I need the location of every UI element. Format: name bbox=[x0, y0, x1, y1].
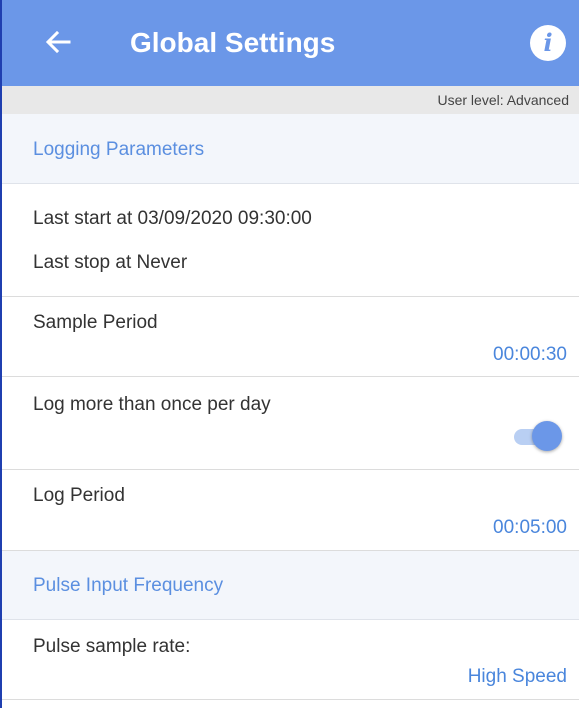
sample-period-value[interactable]: 00:00:30 bbox=[493, 344, 567, 366]
pulse-sample-rate-value[interactable]: High Speed bbox=[468, 666, 567, 688]
log-period-label: Log Period bbox=[33, 485, 125, 506]
pulse-sample-rate-row[interactable]: Pulse sample rate: High Speed bbox=[2, 620, 579, 700]
log-more-label: Log more than once per day bbox=[33, 394, 271, 415]
section-header-pulse: Pulse Input Frequency bbox=[2, 551, 579, 620]
info-icon: i bbox=[543, 28, 553, 57]
arrow-left-icon bbox=[45, 31, 71, 53]
info-button[interactable]: i bbox=[530, 25, 566, 61]
pulse-sample-rate-label: Pulse sample rate: bbox=[33, 636, 191, 657]
logging-status-row: Last start at 03/09/2020 09:30:00 Last s… bbox=[2, 184, 579, 297]
toggle-knob bbox=[532, 421, 562, 451]
user-level-bar: User level: Advanced bbox=[2, 86, 579, 114]
section-header-logging: Logging Parameters bbox=[2, 114, 579, 184]
log-period-value[interactable]: 00:05:00 bbox=[493, 517, 567, 539]
sample-period-label: Sample Period bbox=[33, 312, 158, 333]
sample-period-row[interactable]: Sample Period 00:00:30 bbox=[2, 297, 579, 377]
section-title-pulse: Pulse Input Frequency bbox=[33, 575, 224, 596]
user-level-label: User level: Advanced bbox=[437, 92, 569, 108]
back-button[interactable] bbox=[40, 24, 76, 60]
page-title: Global Settings bbox=[130, 27, 336, 58]
last-start-text: Last start at 03/09/2020 09:30:00 bbox=[33, 208, 312, 229]
log-period-row[interactable]: Log Period 00:05:00 bbox=[2, 470, 579, 551]
section-title-logging: Logging Parameters bbox=[33, 139, 205, 160]
settings-screen: Global Settings i User level: Advanced L… bbox=[0, 0, 579, 708]
app-bar: Global Settings i bbox=[2, 0, 579, 86]
log-more-toggle[interactable] bbox=[512, 420, 564, 452]
last-stop-text: Last stop at Never bbox=[33, 252, 188, 273]
log-more-row: Log more than once per day bbox=[2, 377, 579, 470]
